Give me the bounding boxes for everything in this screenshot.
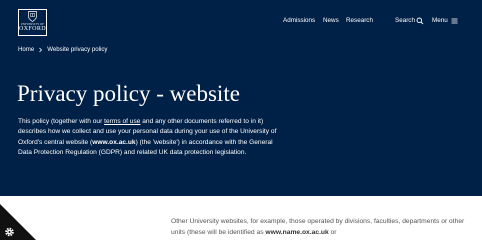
intro-website-url: www.ox.ac.uk: [92, 138, 136, 146]
nav-news[interactable]: News: [323, 16, 339, 26]
body-url: www.name.ox.ac.uk: [265, 228, 329, 236]
menu-icon[interactable]: [451, 16, 458, 26]
hero-banner: UNIVERSITY OF OXFORD Admissions News Res…: [0, 0, 482, 196]
nav-research[interactable]: Research: [346, 16, 373, 26]
nav-admissions[interactable]: Admissions: [283, 16, 315, 26]
breadcrumb: Home Website privacy policy: [18, 45, 107, 55]
search-button[interactable]: Search: [395, 16, 415, 26]
terms-of-use-link[interactable]: terms of use: [104, 118, 140, 125]
page-title: Privacy policy - website: [17, 81, 240, 106]
gear-icon[interactable]: [0, 204, 36, 240]
body-paragraph: Other University websites, for example, …: [171, 217, 471, 238]
menu-button[interactable]: Menu: [432, 16, 448, 26]
breadcrumb-current[interactable]: Website privacy policy: [47, 45, 107, 55]
intro-text-1: This policy (together with our: [18, 118, 105, 125]
oxford-logo[interactable]: UNIVERSITY OF OXFORD: [18, 9, 47, 36]
logo-line-2: OXFORD: [18, 26, 47, 32]
cookie-settings-button[interactable]: [0, 204, 36, 240]
intro-paragraph: This policy (together with our terms of …: [18, 117, 288, 159]
breadcrumb-home[interactable]: Home: [18, 45, 34, 55]
crest-icon: [28, 11, 37, 22]
body-text-2: or: [328, 228, 337, 236]
search-icon[interactable]: [416, 16, 424, 26]
chevron-right-icon: [39, 47, 43, 53]
